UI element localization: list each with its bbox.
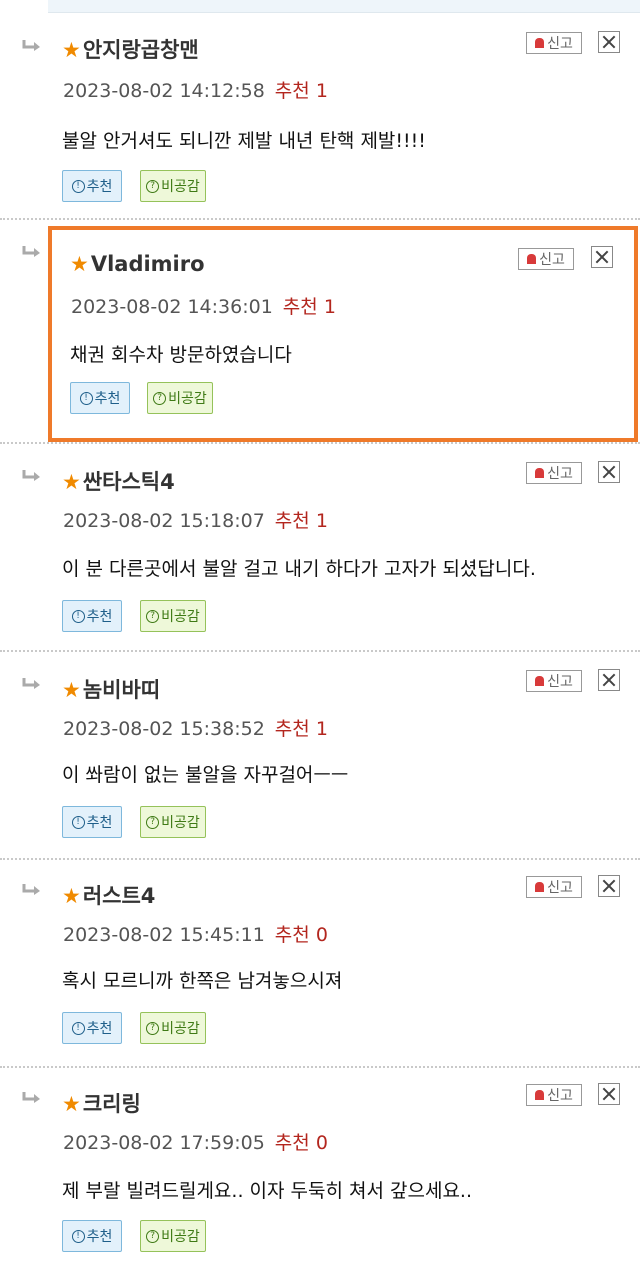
- comment-item: ★러스트4 신고 2023-08-02 15:45:11 추천 0 혹시 모르니까…: [0, 862, 640, 1068]
- comment-datetime: 2023-08-02 17:59:05: [63, 1132, 265, 1154]
- exclaim-icon: !: [71, 1021, 85, 1035]
- siren-icon: [535, 468, 545, 478]
- comment-text: 혹시 모르니까 한쪽은 남겨놓으시져: [62, 970, 343, 992]
- comment-text: 채권 회수차 방문하였습니다: [70, 344, 292, 366]
- comment-author: ★러스트4: [62, 880, 155, 910]
- siren-icon: [535, 882, 545, 892]
- comment-item: ★놈비바띠 신고 2023-08-02 15:38:52 추천 1 이 쏴람이 없…: [0, 654, 640, 860]
- recommend-button[interactable]: ! 추천: [62, 1012, 122, 1044]
- report-button[interactable]: 신고: [518, 248, 574, 270]
- reply-arrow-icon: [22, 1092, 40, 1103]
- reply-arrow-icon: [22, 470, 40, 481]
- disagree-button[interactable]: ? 비공감: [140, 1012, 206, 1044]
- comment-item: ★Vladimiro 신고 2023-08-02 14:36:01 추천 1 채권…: [0, 222, 640, 444]
- question-icon: ?: [146, 179, 160, 193]
- recommend-button[interactable]: ! 추천: [62, 806, 122, 838]
- question-icon: ?: [146, 609, 160, 623]
- recommend-count: 0: [315, 924, 328, 946]
- star-icon: ★: [62, 38, 81, 62]
- author-name: 싼타스틱4: [82, 470, 175, 494]
- exclaim-icon: !: [71, 609, 85, 623]
- recommend-button[interactable]: ! 추천: [70, 382, 130, 414]
- close-button[interactable]: [591, 246, 613, 268]
- comment-meta: 2023-08-02 15:45:11 추천 0: [63, 924, 328, 946]
- author-name: 러스트4: [82, 884, 156, 908]
- star-icon: ★: [62, 884, 81, 908]
- author-name: Vladimiro: [90, 252, 205, 276]
- close-button[interactable]: [598, 875, 620, 897]
- comment-author: ★싼타스틱4: [62, 466, 175, 496]
- previous-comment-edge: [48, 0, 640, 13]
- exclaim-icon: !: [79, 391, 93, 405]
- report-button[interactable]: 신고: [526, 32, 582, 54]
- recommend-button[interactable]: ! 추천: [62, 1220, 122, 1252]
- author-name: 놈비바띠: [82, 678, 161, 702]
- recommend-count: 1: [315, 80, 328, 102]
- siren-icon: [535, 676, 545, 686]
- comment-text: 이 쏴람이 없는 불알을 자꾸걸어ㅡㅡ: [62, 764, 349, 786]
- siren-icon: [535, 1090, 545, 1100]
- recommend-count: 1: [315, 718, 328, 740]
- comment-text: 불알 안거셔도 되니깐 제발 내년 탄핵 제발!!!!: [62, 130, 426, 152]
- comment-author: ★안지랑곱창맨: [62, 34, 199, 64]
- recommend-button[interactable]: ! 추천: [62, 600, 122, 632]
- comment-item: ★안지랑곱창맨 신고 2023-08-02 14:12:58 추천 1 불알 안거…: [0, 14, 640, 220]
- comment-text: 제 부랄 빌려드릴게요.. 이자 두둑히 쳐서 갚으세요..: [62, 1180, 472, 1202]
- close-button[interactable]: [598, 31, 620, 53]
- reply-arrow-icon: [22, 246, 40, 257]
- question-icon: ?: [153, 391, 167, 405]
- recommend-button[interactable]: ! 추천: [62, 170, 122, 202]
- recommend-count: 1: [315, 510, 328, 532]
- reply-arrow-icon: [22, 678, 40, 689]
- question-icon: ?: [146, 815, 160, 829]
- exclaim-icon: !: [71, 1229, 85, 1243]
- disagree-button[interactable]: ? 비공감: [147, 382, 213, 414]
- comment-author: ★Vladimiro: [70, 252, 205, 276]
- close-button[interactable]: [598, 1083, 620, 1105]
- report-button[interactable]: 신고: [526, 462, 582, 484]
- reply-arrow-icon: [22, 884, 40, 895]
- exclaim-icon: !: [71, 815, 85, 829]
- disagree-button[interactable]: ? 비공감: [140, 1220, 206, 1252]
- report-button[interactable]: 신고: [526, 1084, 582, 1106]
- report-button[interactable]: 신고: [526, 876, 582, 898]
- close-button[interactable]: [598, 461, 620, 483]
- star-icon: ★: [70, 252, 89, 276]
- reply-arrow-icon: [22, 40, 40, 51]
- comment-meta: 2023-08-02 14:12:58 추천 1: [63, 80, 328, 102]
- siren-icon: [535, 38, 545, 48]
- comment-datetime: 2023-08-02 14:12:58: [63, 80, 265, 102]
- comment-meta: 2023-08-02 15:18:07 추천 1: [63, 510, 328, 532]
- comment-meta: 2023-08-02 17:59:05 추천 0: [63, 1132, 328, 1154]
- disagree-button[interactable]: ? 비공감: [140, 600, 206, 632]
- star-icon: ★: [62, 470, 81, 494]
- exclaim-icon: !: [71, 179, 85, 193]
- star-icon: ★: [62, 678, 81, 702]
- comment-meta: 2023-08-02 14:36:01 추천 1: [71, 296, 336, 318]
- close-button[interactable]: [598, 669, 620, 691]
- comment-item: ★싼타스틱4 신고 2023-08-02 15:18:07 추천 1 이 분 다른…: [0, 446, 640, 652]
- disagree-button[interactable]: ? 비공감: [140, 170, 206, 202]
- question-icon: ?: [146, 1021, 160, 1035]
- comment-author: ★크리링: [62, 1088, 141, 1118]
- report-button[interactable]: 신고: [526, 670, 582, 692]
- star-icon: ★: [62, 1092, 81, 1116]
- comment-text: 이 분 다른곳에서 불알 걸고 내기 하다가 고자가 되셨답니다.: [62, 558, 536, 580]
- comment-datetime: 2023-08-02 15:45:11: [63, 924, 265, 946]
- recommend-count: 1: [323, 296, 336, 318]
- author-name: 크리링: [82, 1092, 141, 1116]
- disagree-button[interactable]: ? 비공감: [140, 806, 206, 838]
- siren-icon: [527, 254, 537, 264]
- question-icon: ?: [146, 1229, 160, 1243]
- comment-datetime: 2023-08-02 15:38:52: [63, 718, 265, 740]
- comment-datetime: 2023-08-02 15:18:07: [63, 510, 265, 532]
- comment-datetime: 2023-08-02 14:36:01: [71, 296, 273, 318]
- author-name: 안지랑곱창맨: [82, 38, 199, 62]
- recommend-count: 0: [315, 1132, 328, 1154]
- comment-item: ★크리링 신고 2023-08-02 17:59:05 추천 0 제 부랄 빌려드…: [0, 1070, 640, 1270]
- comment-author: ★놈비바띠: [62, 674, 160, 704]
- comment-meta: 2023-08-02 15:38:52 추천 1: [63, 718, 328, 740]
